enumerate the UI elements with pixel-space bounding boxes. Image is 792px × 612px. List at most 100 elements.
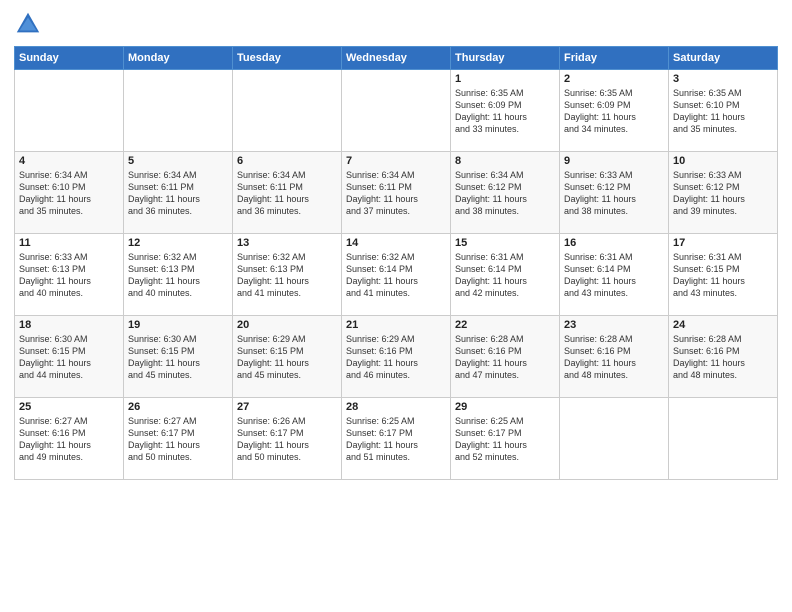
- day-info: Sunrise: 6:33 AM Sunset: 6:12 PM Dayligh…: [673, 169, 773, 218]
- day-info: Sunrise: 6:34 AM Sunset: 6:11 PM Dayligh…: [237, 169, 337, 218]
- day-info: Sunrise: 6:29 AM Sunset: 6:15 PM Dayligh…: [237, 333, 337, 382]
- day-info: Sunrise: 6:32 AM Sunset: 6:14 PM Dayligh…: [346, 251, 446, 300]
- day-number: 16: [564, 237, 664, 249]
- day-number: 27: [237, 401, 337, 413]
- day-number: 28: [346, 401, 446, 413]
- day-info: Sunrise: 6:33 AM Sunset: 6:12 PM Dayligh…: [564, 169, 664, 218]
- calendar-cell: 9 Sunrise: 6:33 AM Sunset: 6:12 PM Daylig…: [560, 152, 669, 234]
- day-number: 17: [673, 237, 773, 249]
- day-info: Sunrise: 6:31 AM Sunset: 6:14 PM Dayligh…: [455, 251, 555, 300]
- weekday-header: Friday: [560, 47, 669, 70]
- day-number: 2: [564, 73, 664, 85]
- calendar-cell: 18 Sunrise: 6:30 AM Sunset: 6:15 PM Dayli…: [15, 316, 124, 398]
- calendar-cell: 29 Sunrise: 6:25 AM Sunset: 6:17 PM Dayli…: [451, 398, 560, 480]
- logo: [14, 10, 46, 38]
- page-header: [14, 10, 778, 38]
- calendar-cell: 25 Sunrise: 6:27 AM Sunset: 6:16 PM Dayli…: [15, 398, 124, 480]
- day-info: Sunrise: 6:28 AM Sunset: 6:16 PM Dayligh…: [673, 333, 773, 382]
- day-number: 7: [346, 155, 446, 167]
- weekday-header: Tuesday: [233, 47, 342, 70]
- day-info: Sunrise: 6:27 AM Sunset: 6:17 PM Dayligh…: [128, 415, 228, 464]
- calendar-cell: 17 Sunrise: 6:31 AM Sunset: 6:15 PM Dayli…: [669, 234, 778, 316]
- day-number: 19: [128, 319, 228, 331]
- calendar-cell: [669, 398, 778, 480]
- day-info: Sunrise: 6:29 AM Sunset: 6:16 PM Dayligh…: [346, 333, 446, 382]
- weekday-header: Saturday: [669, 47, 778, 70]
- calendar-cell: [560, 398, 669, 480]
- calendar-cell: 24 Sunrise: 6:28 AM Sunset: 6:16 PM Dayli…: [669, 316, 778, 398]
- day-info: Sunrise: 6:30 AM Sunset: 6:15 PM Dayligh…: [128, 333, 228, 382]
- day-number: 25: [19, 401, 119, 413]
- day-info: Sunrise: 6:32 AM Sunset: 6:13 PM Dayligh…: [128, 251, 228, 300]
- calendar-cell: 23 Sunrise: 6:28 AM Sunset: 6:16 PM Dayli…: [560, 316, 669, 398]
- day-number: 18: [19, 319, 119, 331]
- calendar-header: SundayMondayTuesdayWednesdayThursdayFrid…: [15, 47, 778, 70]
- calendar-cell: [342, 70, 451, 152]
- calendar-cell: 28 Sunrise: 6:25 AM Sunset: 6:17 PM Dayli…: [342, 398, 451, 480]
- day-info: Sunrise: 6:28 AM Sunset: 6:16 PM Dayligh…: [455, 333, 555, 382]
- day-info: Sunrise: 6:27 AM Sunset: 6:16 PM Dayligh…: [19, 415, 119, 464]
- calendar-cell: 21 Sunrise: 6:29 AM Sunset: 6:16 PM Dayli…: [342, 316, 451, 398]
- calendar-cell: [124, 70, 233, 152]
- calendar-cell: 10 Sunrise: 6:33 AM Sunset: 6:12 PM Dayli…: [669, 152, 778, 234]
- day-number: 26: [128, 401, 228, 413]
- day-info: Sunrise: 6:31 AM Sunset: 6:14 PM Dayligh…: [564, 251, 664, 300]
- day-number: 9: [564, 155, 664, 167]
- day-info: Sunrise: 6:34 AM Sunset: 6:11 PM Dayligh…: [346, 169, 446, 218]
- day-info: Sunrise: 6:34 AM Sunset: 6:12 PM Dayligh…: [455, 169, 555, 218]
- weekday-header: Sunday: [15, 47, 124, 70]
- day-number: 3: [673, 73, 773, 85]
- day-number: 6: [237, 155, 337, 167]
- day-number: 1: [455, 73, 555, 85]
- calendar-cell: 3 Sunrise: 6:35 AM Sunset: 6:10 PM Daylig…: [669, 70, 778, 152]
- day-info: Sunrise: 6:31 AM Sunset: 6:15 PM Dayligh…: [673, 251, 773, 300]
- day-number: 4: [19, 155, 119, 167]
- day-info: Sunrise: 6:32 AM Sunset: 6:13 PM Dayligh…: [237, 251, 337, 300]
- day-info: Sunrise: 6:28 AM Sunset: 6:16 PM Dayligh…: [564, 333, 664, 382]
- weekday-header: Thursday: [451, 47, 560, 70]
- day-number: 15: [455, 237, 555, 249]
- day-info: Sunrise: 6:35 AM Sunset: 6:10 PM Dayligh…: [673, 87, 773, 136]
- day-number: 12: [128, 237, 228, 249]
- calendar-cell: 6 Sunrise: 6:34 AM Sunset: 6:11 PM Daylig…: [233, 152, 342, 234]
- weekday-header: Monday: [124, 47, 233, 70]
- day-info: Sunrise: 6:26 AM Sunset: 6:17 PM Dayligh…: [237, 415, 337, 464]
- calendar-cell: 5Sunrise: 6:34 AM Sunset: 6:11 PM Daylig…: [124, 152, 233, 234]
- day-number: 14: [346, 237, 446, 249]
- calendar: SundayMondayTuesdayWednesdayThursdayFrid…: [14, 46, 778, 480]
- logo-icon: [14, 10, 42, 38]
- calendar-cell: 2 Sunrise: 6:35 AM Sunset: 6:09 PM Daylig…: [560, 70, 669, 152]
- calendar-cell: 4Sunrise: 6:34 AM Sunset: 6:10 PM Daylig…: [15, 152, 124, 234]
- day-number: 13: [237, 237, 337, 249]
- day-info: Sunrise: 6:30 AM Sunset: 6:15 PM Dayligh…: [19, 333, 119, 382]
- calendar-cell: 15 Sunrise: 6:31 AM Sunset: 6:14 PM Dayli…: [451, 234, 560, 316]
- day-number: 24: [673, 319, 773, 331]
- calendar-cell: 7 Sunrise: 6:34 AM Sunset: 6:11 PM Daylig…: [342, 152, 451, 234]
- calendar-cell: 19 Sunrise: 6:30 AM Sunset: 6:15 PM Dayli…: [124, 316, 233, 398]
- calendar-cell: 12 Sunrise: 6:32 AM Sunset: 6:13 PM Dayli…: [124, 234, 233, 316]
- calendar-cell: 1 Sunrise: 6:35 AM Sunset: 6:09 PM Daylig…: [451, 70, 560, 152]
- day-number: 23: [564, 319, 664, 331]
- day-info: Sunrise: 6:25 AM Sunset: 6:17 PM Dayligh…: [346, 415, 446, 464]
- day-info: Sunrise: 6:35 AM Sunset: 6:09 PM Dayligh…: [564, 87, 664, 136]
- calendar-cell: [233, 70, 342, 152]
- weekday-header: Wednesday: [342, 47, 451, 70]
- day-info: Sunrise: 6:33 AM Sunset: 6:13 PM Dayligh…: [19, 251, 119, 300]
- calendar-cell: 14 Sunrise: 6:32 AM Sunset: 6:14 PM Dayli…: [342, 234, 451, 316]
- day-number: 22: [455, 319, 555, 331]
- calendar-cell: 8 Sunrise: 6:34 AM Sunset: 6:12 PM Daylig…: [451, 152, 560, 234]
- calendar-cell: 16 Sunrise: 6:31 AM Sunset: 6:14 PM Dayli…: [560, 234, 669, 316]
- calendar-cell: 22 Sunrise: 6:28 AM Sunset: 6:16 PM Dayli…: [451, 316, 560, 398]
- calendar-cell: 26 Sunrise: 6:27 AM Sunset: 6:17 PM Dayli…: [124, 398, 233, 480]
- day-info: Sunrise: 6:34 AM Sunset: 6:11 PM Dayligh…: [128, 169, 228, 218]
- day-number: 29: [455, 401, 555, 413]
- day-number: 10: [673, 155, 773, 167]
- day-info: Sunrise: 6:25 AM Sunset: 6:17 PM Dayligh…: [455, 415, 555, 464]
- day-number: 21: [346, 319, 446, 331]
- calendar-cell: 11 Sunrise: 6:33 AM Sunset: 6:13 PM Dayli…: [15, 234, 124, 316]
- day-number: 8: [455, 155, 555, 167]
- calendar-cell: 27 Sunrise: 6:26 AM Sunset: 6:17 PM Dayli…: [233, 398, 342, 480]
- day-number: 11: [19, 237, 119, 249]
- calendar-cell: 20Sunrise: 6:29 AM Sunset: 6:15 PM Dayli…: [233, 316, 342, 398]
- day-info: Sunrise: 6:35 AM Sunset: 6:09 PM Dayligh…: [455, 87, 555, 136]
